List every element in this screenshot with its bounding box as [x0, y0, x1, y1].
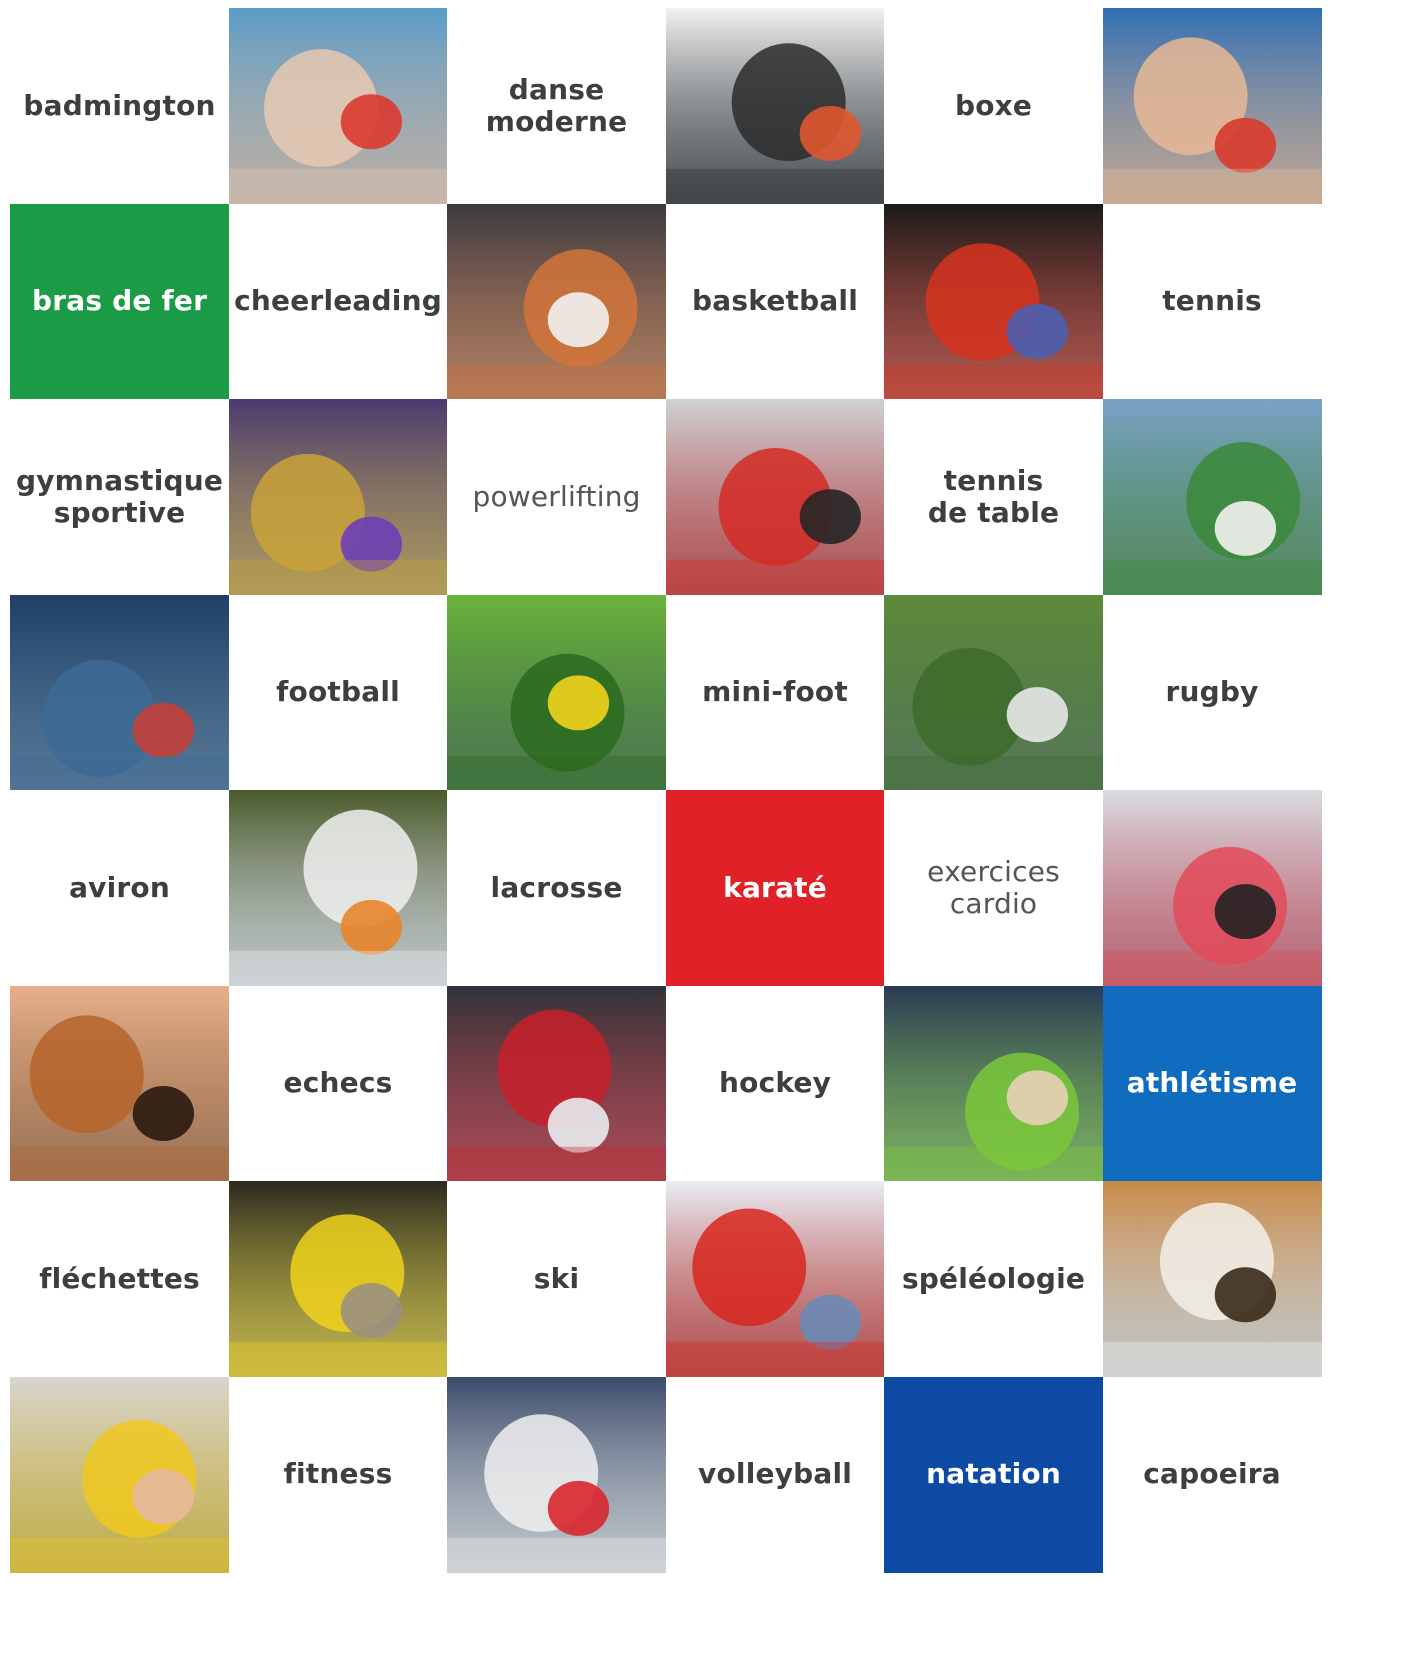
word-label: cheerleading	[234, 284, 442, 318]
photo-scene	[447, 985, 667, 1182]
word-tile: echecs	[228, 985, 448, 1182]
boxing-gloves-photo	[884, 203, 1104, 400]
word-tile: cheerleading	[228, 203, 448, 400]
photo-scene	[10, 1376, 230, 1573]
word-tile: fléchettes	[10, 1181, 230, 1378]
aerobics-photo	[10, 1376, 230, 1573]
photo-scene	[665, 399, 885, 596]
fitness-roller-photo	[884, 985, 1104, 1182]
photo-scene	[228, 8, 448, 205]
dancer-photo	[665, 8, 885, 205]
basketball-photo	[447, 203, 667, 400]
word-tile: mini-foot	[665, 594, 885, 791]
table-tennis-photo	[1102, 8, 1322, 205]
chess-photo	[10, 985, 230, 1182]
word-label: exercices cardio	[927, 854, 1060, 921]
badminton-photo	[228, 8, 448, 205]
word-label: ski	[533, 1261, 580, 1295]
lacrosse-stick-photo	[228, 790, 448, 987]
word-label: tennis de table	[927, 463, 1060, 530]
word-label: athlétisme	[1126, 1066, 1298, 1100]
word-label: karaté	[723, 870, 827, 904]
word-label: gymnastique sportive	[15, 463, 224, 530]
word-label: badmington	[23, 88, 216, 122]
word-tile: boxe	[884, 8, 1104, 205]
word-tile: fitness	[228, 1376, 448, 1573]
word-tile: exercices cardio	[884, 790, 1104, 987]
word-label: lacrosse	[490, 870, 623, 904]
capoeira-photo	[1102, 1181, 1322, 1378]
word-label: spéléologie	[901, 1261, 1086, 1295]
word-tile: natation	[884, 1376, 1104, 1573]
word-tile: danse moderne	[447, 8, 667, 205]
word-tile: rugby	[1102, 594, 1322, 791]
photo-scene	[447, 594, 667, 791]
word-label: bras de fer	[31, 284, 208, 318]
word-label: aviron	[69, 870, 171, 904]
word-label: basketball	[692, 284, 859, 318]
word-tile: gymnastique sportive	[10, 399, 230, 596]
word-tile: tennis de table	[884, 399, 1104, 596]
photo-scene	[665, 8, 885, 205]
rugby-ball-photo	[884, 594, 1104, 791]
word-label: volleyball	[698, 1457, 853, 1491]
word-tile: volleyball	[665, 1376, 885, 1573]
photo-scene	[228, 1181, 448, 1378]
word-label: powerlifting	[472, 479, 641, 513]
word-tile: basketball	[665, 203, 885, 400]
word-tile: tennis	[1102, 203, 1322, 400]
hockey-photo	[447, 985, 667, 1182]
photo-scene	[1102, 1181, 1322, 1378]
photo-scene	[447, 203, 667, 400]
photo-scene	[1102, 790, 1322, 987]
photo-scene	[665, 1181, 885, 1378]
tennis-player-photo	[1102, 399, 1322, 596]
word-label: fléchettes	[39, 1261, 200, 1295]
volleyball-photo	[447, 1376, 667, 1573]
darts-photo	[228, 1181, 448, 1378]
word-label: hockey	[719, 1066, 832, 1100]
word-tile: bras de fer	[10, 203, 230, 400]
word-label: capoeira	[1143, 1457, 1281, 1491]
photo-scene	[10, 594, 230, 791]
word-label: echecs	[283, 1066, 393, 1100]
photo-scene	[884, 203, 1104, 400]
photo-scene	[884, 594, 1104, 791]
sports-vocabulary-grid: badmington danse moderne boxe bras de fer ch…	[0, 0, 1411, 1660]
rowing-photo	[10, 594, 230, 791]
word-tile: hockey	[665, 985, 885, 1182]
word-label: boxe	[954, 88, 1033, 122]
powerlifting-photo	[665, 399, 885, 596]
word-tile: ski	[447, 1181, 667, 1378]
word-label: natation	[926, 1457, 1061, 1491]
photo-scene	[10, 985, 230, 1182]
football-photo	[447, 594, 667, 791]
word-tile: spéléologie	[884, 1181, 1104, 1378]
word-tile: powerlifting	[447, 399, 667, 596]
word-tile: karaté	[665, 790, 885, 987]
word-tile: football	[228, 594, 448, 791]
word-tile: athlétisme	[1102, 985, 1322, 1182]
photo-scene	[447, 1376, 667, 1573]
word-tile: lacrosse	[447, 790, 667, 987]
word-tile: capoeira	[1102, 1376, 1322, 1573]
word-label: fitness	[283, 1457, 393, 1491]
word-label: mini-foot	[702, 675, 848, 709]
word-tile: badmington	[10, 8, 230, 205]
photo-scene	[1102, 8, 1322, 205]
photo-scene	[228, 399, 448, 596]
photo-scene	[884, 985, 1104, 1182]
photo-scene	[228, 790, 448, 987]
word-label: rugby	[1165, 675, 1259, 709]
photo-scene	[1102, 399, 1322, 596]
word-label: tennis	[1162, 284, 1262, 318]
cheerleader-photo	[228, 399, 448, 596]
word-label: danse moderne	[485, 72, 628, 139]
word-tile: aviron	[10, 790, 230, 987]
word-label: football	[276, 675, 400, 709]
skier-photo	[665, 1181, 885, 1378]
spinning-class-photo	[1102, 790, 1322, 987]
